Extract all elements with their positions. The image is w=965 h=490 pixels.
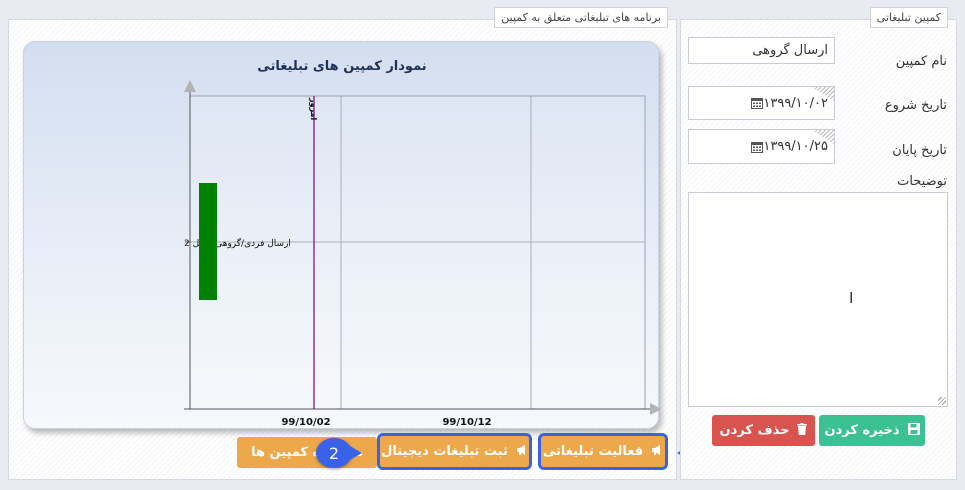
campaign-form-legend: کمپین تبلیغاتی: [869, 7, 948, 28]
campaign-name-value: ارسال گروهی: [752, 43, 828, 58]
digital-ads-button[interactable]: ثبت تبلیغات دیجیتال: [377, 433, 532, 470]
save-label: ذخیره کردن: [824, 423, 900, 438]
digital-ads-label: ثبت تبلیغات دیجیتال: [381, 444, 508, 459]
end-date-input[interactable]: ۱۳۹۹/۱۰/۲۵: [688, 129, 835, 164]
chart-svg: نمودار کمپین های تبلیغاتیارسال فردی/گروه…: [184, 59, 660, 428]
end-date-value: ۱۳۹۹/۱۰/۲۵: [763, 139, 828, 154]
megaphone-icon: [651, 444, 663, 460]
delete-label: حذف کردن: [719, 423, 790, 438]
delete-button[interactable]: حذف کردن: [712, 415, 815, 446]
campaign-form-panel: کمپین تبلیغاتی نام کمپین ارسال گروهی تار…: [680, 7, 957, 480]
programs-panel-legend: برنامه های تبلیغاتی متعلق به کمپین: [494, 7, 668, 28]
callout-2: 2: [316, 438, 352, 468]
chart-title: نمودار کمپین های تبلیغاتی: [257, 59, 426, 74]
trash-icon: [797, 422, 808, 439]
y-axis-arrow: [184, 80, 196, 92]
today-label: امروز: [309, 97, 318, 121]
campaign-name-label: نام کمپین: [895, 54, 947, 69]
end-date-label: تاریخ پایان: [892, 143, 947, 158]
x-tick-label: 99/10/02: [281, 417, 330, 428]
calendar-icon[interactable]: [751, 141, 764, 153]
start-date-input[interactable]: ۱۳۹۹/۱۰/۰۲: [688, 86, 835, 120]
x-axis-arrow: [650, 403, 660, 415]
megaphone-icon: [516, 444, 528, 460]
start-date-value: ۱۳۹۹/۱۰/۰۲: [763, 95, 828, 111]
description-textarea[interactable]: I: [688, 192, 948, 407]
description-label: توضیحات: [897, 174, 947, 189]
ad-activity-button[interactable]: فعالیت تبلیغاتی: [538, 433, 668, 470]
text-cursor-icon: I: [849, 289, 854, 307]
callout-2-tail: [350, 446, 362, 460]
plot-area: [189, 95, 646, 410]
campaign-name-input[interactable]: ارسال گروهی: [688, 37, 835, 64]
start-date-label: تاریخ شروع: [884, 98, 947, 113]
calendar-icon[interactable]: [751, 97, 764, 109]
resize-handle-icon[interactable]: [938, 397, 946, 405]
campaign-programs-panel: برنامه های تبلیغاتی متعلق به کمپین نمودا…: [8, 7, 677, 480]
gantt-bar: [199, 183, 217, 300]
ad-activity-label: فعالیت تبلیغاتی: [542, 444, 644, 459]
save-button[interactable]: ذخیره کردن: [819, 415, 925, 446]
x-tick-label: 99/10/12: [442, 417, 491, 428]
floppy-disk-icon: [907, 422, 920, 439]
campaign-chart: نمودار کمپین های تبلیغاتی ارسال فردی/گروه…: [23, 41, 660, 429]
